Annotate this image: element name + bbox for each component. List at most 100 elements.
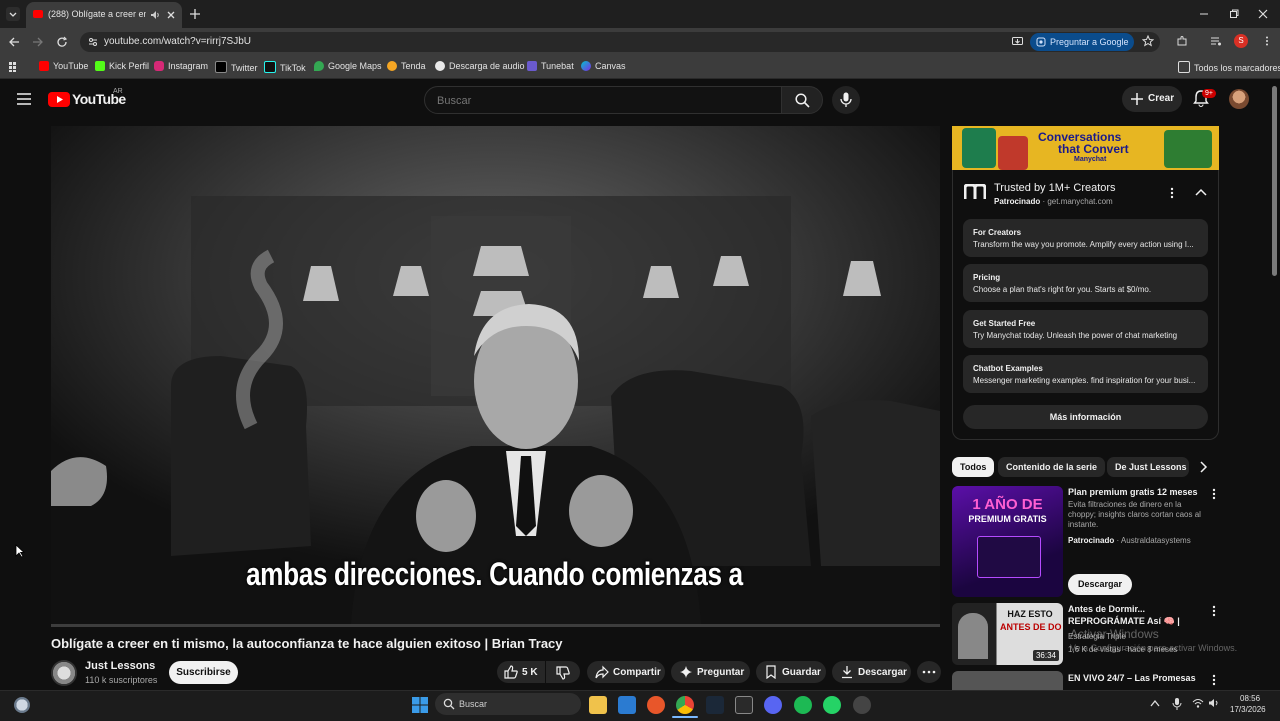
reload-icon[interactable] [56,36,68,48]
ad-banner-image[interactable]: Conversations that Convert Manychat [952,126,1219,170]
video-progress-bar[interactable] [51,624,940,627]
more-vert-icon[interactable] [1261,35,1273,47]
dislike-button[interactable] [546,661,580,683]
weather-icon[interactable] [14,697,30,713]
ad-sitelink-chatbot-examples[interactable]: Chatbot Examples Messenger marketing exa… [963,355,1208,393]
rec-thumbnail[interactable]: HAZ ESTO ANTES DE DORMIR 36:34 [952,603,1063,665]
more-info-button[interactable]: Más información [963,405,1208,429]
video-player[interactable] [51,126,940,624]
close-window-icon[interactable] [1257,8,1269,20]
bookmark-star-icon[interactable] [1142,35,1154,47]
ad-sitelink-pricing[interactable]: Pricing Choose a plan that's right for y… [963,264,1208,302]
new-tab-icon[interactable] [189,8,201,20]
ad-sitelink-get-started[interactable]: Get Started Free Try Manychat today. Unl… [963,310,1208,348]
browser-tab[interactable]: (288) Oblígate a creer en ti [26,2,182,28]
site-info-icon[interactable] [87,36,99,48]
more-vert-icon[interactable] [1209,673,1219,687]
epic-games-icon[interactable] [735,696,753,714]
back-icon[interactable] [8,36,20,48]
more-vert-icon[interactable] [1209,604,1219,618]
like-count: 5 K [522,667,538,678]
channel-name[interactable]: Just Lessons [85,660,155,672]
chevron-right-icon[interactable] [1198,461,1208,473]
spotify-icon[interactable] [794,696,812,714]
close-tab-icon[interactable] [166,10,176,20]
bookmark-tenda[interactable]: Tenda [387,61,426,73]
create-label: Crear [1148,93,1175,104]
more-vert-icon[interactable] [1209,487,1219,501]
bookmark-instagram[interactable]: Instagram [154,61,208,73]
discord-icon[interactable] [764,696,782,714]
download-button[interactable]: Descargar [832,661,911,683]
all-bookmarks[interactable]: Todos los marcadores [1178,61,1280,73]
rec-thumbnail[interactable]: 1 AÑO DE PREMIUM GRATIS [952,486,1063,597]
channel-avatar[interactable] [51,660,77,686]
url-text[interactable]: youtube.com/watch?v=rirrj7SJbU [104,36,251,47]
store-icon[interactable] [618,696,636,714]
rec-title[interactable]: Plan premium gratis 12 meses [1068,486,1204,498]
share-button[interactable]: Compartir [587,661,665,683]
app-icon[interactable] [853,696,871,714]
menu-icon[interactable] [17,93,31,105]
profile-avatar[interactable]: S [1234,34,1248,48]
apps-grid-icon[interactable] [8,61,20,73]
ad-title[interactable]: Trusted by 1M+ Creators [994,182,1116,194]
ask-google-button[interactable]: Preguntar a Google [1030,33,1134,51]
rec-title[interactable]: Antes de Dormir... REPROGRÁMATE Así 🧠 | … [1068,603,1204,627]
bookmark-tiktok[interactable]: TikTok [264,61,306,73]
chevron-up-icon[interactable] [1150,699,1160,707]
ask-label: Preguntar [697,667,745,678]
clock-date[interactable]: 17/3/2026 [1230,705,1266,714]
taskbar-search[interactable]: Buscar [435,693,581,715]
speaker-icon[interactable] [150,10,160,20]
save-button[interactable]: Guardar [756,661,826,683]
microphone-icon[interactable] [1172,697,1182,711]
bookmark-twitter[interactable]: Twitter [215,61,258,73]
search-box[interactable] [424,86,782,114]
ad-sitelink-for-creators[interactable]: For Creators Transform the way you promo… [963,219,1208,257]
forward-icon[interactable] [32,36,44,48]
whatsapp-icon[interactable] [823,696,841,714]
chip-from-channel[interactable]: De Just Lessons [1107,457,1189,477]
channel-subscriber-count: 110 k suscriptores [85,675,158,685]
file-explorer-icon[interactable] [589,696,607,714]
extensions-icon[interactable] [1176,35,1188,47]
ask-button[interactable]: Preguntar [671,661,750,683]
subscribe-button[interactable]: Suscribirse [169,661,238,684]
wifi-icon[interactable] [1192,698,1204,708]
account-avatar[interactable] [1229,89,1249,109]
steam-icon[interactable] [706,696,724,714]
voice-search-button[interactable] [832,86,860,114]
brave-icon[interactable] [647,696,665,714]
minimize-icon[interactable] [1198,8,1210,20]
bookmark-kick[interactable]: Kick Perfil [95,61,149,73]
install-app-icon[interactable] [1011,35,1024,48]
bookmark-canvas[interactable]: Canvas [581,61,626,73]
search-input[interactable] [435,91,769,111]
create-button[interactable]: Crear [1122,86,1182,112]
chevron-up-icon[interactable] [1195,187,1207,197]
like-button[interactable]: 5 K [497,661,545,683]
rec-download-button[interactable]: Descargar [1068,574,1132,595]
more-actions-button[interactable] [917,661,941,683]
windows-start-icon[interactable] [411,696,429,714]
rec-thumbnail[interactable] [952,671,1063,690]
bookmark-google-maps[interactable]: Google Maps [314,61,382,73]
more-vert-icon[interactable] [1166,186,1178,200]
restore-icon[interactable] [1228,8,1240,20]
chip-series-content[interactable]: Contenido de la serie [998,457,1106,477]
bookmark-descarga-audio[interactable]: Descarga de audio [435,61,525,73]
chrome-icon[interactable] [676,696,694,714]
media-controls-icon[interactable] [1210,35,1222,47]
search-button[interactable] [781,86,823,114]
bookmark-youtube[interactable]: YouTube [39,61,88,73]
person-figure [958,613,988,659]
ad-sponsored-label: Patrocinado [994,197,1041,206]
tab-list-button[interactable] [6,7,20,21]
clock-time[interactable]: 08:56 [1240,694,1260,703]
volume-icon[interactable] [1208,698,1220,708]
page-scrollbar-thumb[interactable] [1272,86,1277,276]
rec-title[interactable]: EN VIVO 24/7 – Las Promesas [1068,672,1204,685]
bookmark-tunebat[interactable]: Tunebat [527,61,574,73]
chip-all[interactable]: Todos [952,457,995,477]
